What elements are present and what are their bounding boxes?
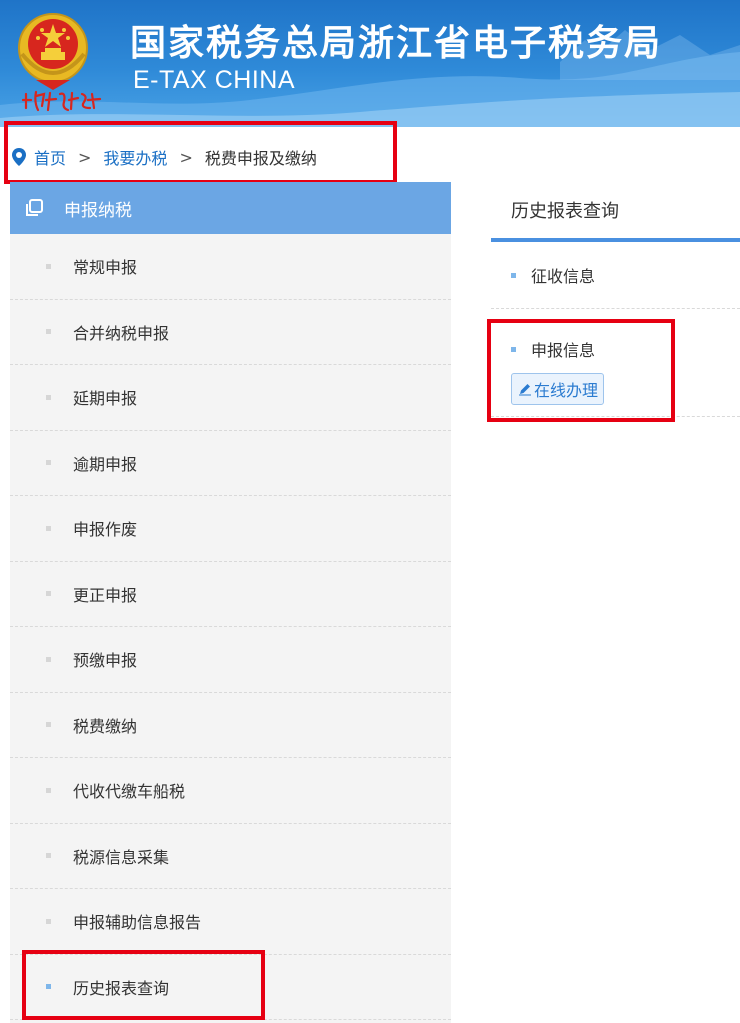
tab-history-report-query[interactable]: 历史报表查询 bbox=[491, 182, 740, 242]
sidebar-item-tax-payment[interactable]: 税费缴纳 bbox=[10, 693, 451, 758]
sidebar-item-label: 预缴申报 bbox=[73, 651, 138, 671]
sidebar-item-prepayment-filing[interactable]: 预缴申报 bbox=[10, 627, 451, 693]
sidebar-item-history-report-query[interactable]: 历史报表查询 bbox=[10, 955, 451, 1020]
row-label: 征收信息 bbox=[531, 267, 596, 286]
row-label: 申报信息 bbox=[531, 341, 596, 360]
square-outline-icon bbox=[26, 199, 43, 216]
breadcrumb: 首页 > 我要办税 > 税费申报及缴纳 bbox=[12, 142, 317, 172]
sidebar-item-label: 税源信息采集 bbox=[73, 847, 170, 867]
sidebar-item-label: 常规申报 bbox=[73, 258, 138, 278]
sidebar-item-label: 逾期申报 bbox=[73, 454, 138, 474]
list-item-collection-info[interactable]: 征收信息 bbox=[491, 242, 740, 309]
sidebar-item-label: 税费缴纳 bbox=[73, 716, 138, 736]
breadcrumb-separator: > bbox=[78, 147, 92, 167]
bullet-icon bbox=[46, 525, 51, 531]
breadcrumb-home-link[interactable]: 首页 bbox=[34, 145, 66, 169]
header-banner: 国家税务总局浙江省电子税务局 E-TAX CHINA bbox=[0, 0, 740, 127]
bullet-icon bbox=[46, 984, 51, 990]
online-process-button[interactable]: 在线办理 bbox=[511, 373, 605, 405]
sidebar-item-regular-filing[interactable]: 常规申报 bbox=[10, 234, 451, 300]
sidebar: 申报纳税 常规申报 合并纳税申报 延期申报 逾期申报 申报作废 更正申报 预缴申… bbox=[10, 182, 451, 1023]
sidebar-item-label: 历史报表查询 bbox=[73, 978, 170, 998]
sidebar-item-label: 申报作废 bbox=[73, 520, 138, 540]
bullet-icon bbox=[46, 394, 51, 400]
sidebar-item-extension-filing[interactable]: 延期申报 bbox=[10, 365, 451, 431]
bullet-icon bbox=[46, 787, 51, 793]
sidebar-item-overdue-filing[interactable]: 逾期申报 bbox=[10, 431, 451, 496]
site-subtitle: E-TAX CHINA bbox=[133, 66, 295, 94]
sidebar-item-auxiliary-report[interactable]: 申报辅助信息报告 bbox=[10, 889, 451, 955]
bullet-icon bbox=[46, 722, 51, 728]
list-item-filing-info: 申报信息 在线办理 bbox=[491, 309, 740, 417]
sidebar-header[interactable]: 申报纳税 bbox=[10, 182, 451, 234]
sidebar-item-label: 合并纳税申报 bbox=[73, 323, 170, 343]
breadcrumb-current: 税费申报及缴纳 bbox=[204, 149, 317, 168]
breadcrumb-level2-link[interactable]: 我要办税 bbox=[103, 145, 167, 169]
sidebar-item-void-filing[interactable]: 申报作废 bbox=[10, 496, 451, 562]
signature-logo bbox=[22, 90, 102, 112]
sidebar-item-vehicle-vessel-tax[interactable]: 代收代缴车船税 bbox=[10, 758, 451, 824]
breadcrumb-separator: > bbox=[179, 147, 193, 167]
sidebar-item-correction-filing[interactable]: 更正申报 bbox=[10, 562, 451, 627]
sidebar-item-label: 更正申报 bbox=[73, 585, 138, 605]
sidebar-menu: 常规申报 合并纳税申报 延期申报 逾期申报 申报作废 更正申报 预缴申报 税费缴… bbox=[10, 234, 451, 1020]
location-pin-icon bbox=[12, 148, 26, 166]
pencil-icon bbox=[519, 384, 531, 396]
sidebar-item-label: 代收代缴车船税 bbox=[73, 782, 186, 802]
site-title: 国家税务总局浙江省电子税务局 bbox=[130, 23, 663, 64]
online-process-button-label: 在线办理 bbox=[534, 381, 599, 400]
main-panel: 历史报表查询 征收信息 申报信息 在线办理 bbox=[491, 182, 740, 417]
bullet-icon bbox=[511, 272, 516, 278]
bullet-icon bbox=[46, 853, 51, 859]
bullet-icon bbox=[511, 346, 516, 352]
bullet-icon bbox=[46, 263, 51, 269]
sidebar-header-label: 申报纳税 bbox=[64, 200, 132, 221]
sidebar-item-label: 申报辅助信息报告 bbox=[73, 913, 202, 933]
bullet-icon bbox=[46, 591, 51, 597]
bullet-icon bbox=[46, 460, 51, 466]
bullet-icon bbox=[46, 918, 51, 924]
bullet-icon bbox=[46, 329, 51, 335]
national-emblem-icon bbox=[18, 13, 88, 90]
sidebar-item-consolidated-filing[interactable]: 合并纳税申报 bbox=[10, 300, 451, 365]
sidebar-item-label: 延期申报 bbox=[73, 389, 138, 409]
sidebar-item-tax-source-collection[interactable]: 税源信息采集 bbox=[10, 824, 451, 889]
bullet-icon bbox=[46, 656, 51, 662]
